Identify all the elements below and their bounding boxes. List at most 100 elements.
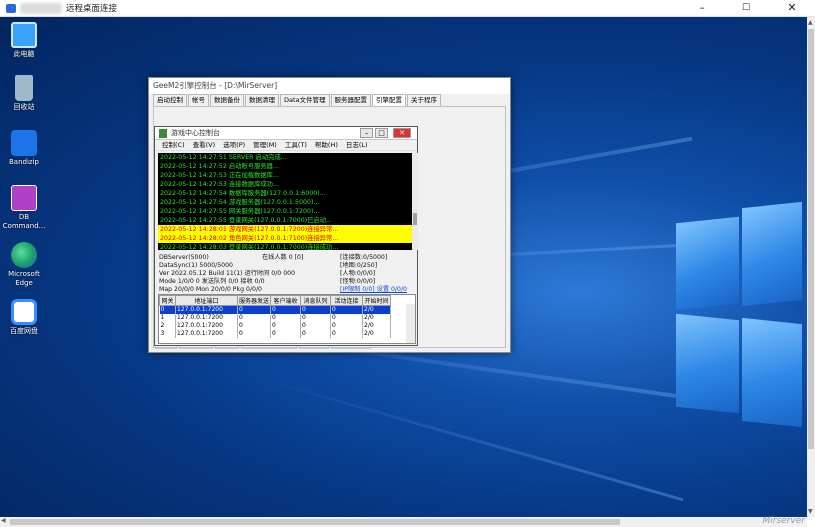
table-cell: 0	[330, 313, 364, 322]
table-cell: 127.0.0.1:7200	[175, 313, 238, 322]
table-cell: 0	[237, 305, 272, 314]
col-start-time[interactable]: 开始时间	[362, 295, 392, 306]
scroll-down-icon[interactable]: ▼	[808, 508, 813, 515]
logo-pane	[676, 313, 739, 414]
table-cell: 0	[300, 321, 332, 330]
game-center-console[interactable]: 游戏中心控制台 – □ ✕ 控制(C) 查看(V) 选项(P) 管理(M) 工具…	[154, 126, 418, 346]
table-cell: 2/0	[362, 329, 392, 338]
light-ray	[259, 377, 684, 502]
tab-engine-config[interactable]: 引擎配置	[372, 94, 407, 106]
info-ip-limit-link[interactable]: [IP限制 0/0] 设置 0/0/0	[340, 285, 407, 294]
table-cell: 0	[330, 321, 364, 330]
table-cell: 0	[270, 305, 302, 314]
menu-options[interactable]: 选项(P)	[219, 140, 249, 150]
table-cell: 127.0.0.1:7200	[175, 329, 238, 338]
child-maximize-button[interactable]: □	[375, 128, 388, 138]
child-close-button[interactable]: ✕	[393, 128, 411, 138]
table-cell: 0	[330, 329, 364, 338]
menu-manage[interactable]: 管理(M)	[249, 140, 281, 150]
menu-help[interactable]: 帮助(H)	[311, 140, 342, 150]
log-line: 2022-05-12 14:27:55 登录网关(127.0.0.1:7000)…	[160, 217, 333, 224]
app-tabs: 启动控制 帐号 数据备份 数据清理 Data文件管理 服务器配置 引擎配置 关于…	[153, 94, 442, 106]
table-cell: 0	[300, 313, 332, 322]
child-titlebar: 游戏中心控制台 – □ ✕	[155, 127, 417, 140]
info-online: 在线人数 0 [0]	[262, 254, 304, 261]
close-button[interactable]: ✕	[770, 0, 814, 17]
app-icon	[159, 129, 167, 138]
table-row[interactable]: 3 127.0.0.1:7200 0 0 0 0 2/0	[159, 329, 392, 338]
log-line: 2022-05-12 14:28:03 登录网关(127.0.0.1:7000)…	[160, 244, 339, 250]
table-row[interactable]: 1 127.0.0.1:7200 0 0 0 0 2/0	[159, 313, 392, 322]
col-queue[interactable]: 消息队列	[300, 295, 332, 306]
vertical-scrollbar[interactable]: ▲ ▼	[807, 17, 815, 517]
scroll-thumb[interactable]	[808, 29, 814, 449]
table-cell: 0	[270, 313, 302, 322]
table-cell: 0	[300, 329, 332, 338]
menu-tools[interactable]: 工具(T)	[281, 140, 311, 150]
table-row[interactable]: 0 127.0.0.1:7200 0 0 0 0 2/0	[159, 305, 392, 314]
recycle-bin-icon	[15, 75, 33, 101]
col-sent[interactable]: 服务器发送	[236, 295, 272, 306]
redacted-host	[20, 3, 62, 14]
menu-log[interactable]: 日志(L)	[342, 140, 372, 150]
table-cell: 2/0	[362, 305, 392, 314]
computer-icon	[11, 22, 37, 48]
tab-cleanup[interactable]: 数据清理	[245, 94, 279, 106]
col-received[interactable]: 客户端收	[270, 295, 302, 306]
window-titlebar: 远程桌面连接 – ☐ ✕	[0, 0, 815, 17]
info-map-stats: Map 20/0/0 Mon 20/0/0 Pkg 0/0/0	[159, 286, 262, 293]
desktop-icon-bandizip[interactable]: Bandizip	[0, 130, 48, 167]
log-line: 2022-05-12 14:27:55 网关服务器(127.0.0.1:7200…	[160, 208, 320, 215]
table-header: 网关 地址端口 服务器发送 客户端收 消息队列 活动连接 开始时间	[159, 295, 392, 306]
log-line: 2022-05-12 14:28:02 角色网关(127.0.0.1:7100)…	[158, 234, 412, 243]
minimize-button[interactable]: –	[680, 0, 724, 17]
table-cell: 0	[159, 305, 176, 314]
log-line: 2022-05-12 14:27:53 正在加载数据库...	[160, 172, 279, 179]
child-minimize-button[interactable]: –	[360, 128, 373, 138]
log-line: 2022-05-12 14:27:53 连接数据库成功...	[160, 181, 279, 188]
table-row[interactable]: 2 127.0.0.1:7200 0 0 0 0 2/0	[159, 321, 392, 330]
log-line: 2022-05-12 14:27:54 游戏服务器(127.0.0.1:5000…	[160, 199, 320, 206]
col-active[interactable]: 活动连接	[330, 295, 364, 306]
menu-view[interactable]: 查看(V)	[189, 140, 220, 150]
maximize-button[interactable]: ☐	[724, 0, 768, 17]
table-cell: 127.0.0.1:7200	[175, 321, 238, 330]
logo-pane	[742, 201, 802, 307]
table-cell: 0	[300, 305, 332, 314]
col-gateway[interactable]: 网关	[159, 295, 176, 306]
edge-icon	[11, 242, 37, 268]
desktop-icon-db-commander[interactable]: DB Command...	[0, 185, 48, 231]
table-cell: 2	[159, 321, 176, 330]
child-menubar: 控制(C) 查看(V) 选项(P) 管理(M) 工具(T) 帮助(H) 日志(L…	[155, 140, 417, 151]
console-scrollbar[interactable]	[412, 153, 418, 250]
desktop-icon-baidu-netdisk[interactable]: 百度网盘	[0, 299, 48, 336]
menu-control[interactable]: 控制(C)	[158, 140, 189, 150]
gateway-table: 网关 地址端口 服务器发送 客户端收 消息队列 活动连接 开始时间 0 127.0…	[158, 294, 416, 344]
tab-server-config[interactable]: 服务器配置	[330, 94, 372, 106]
tab-account[interactable]: 帐号	[188, 94, 209, 106]
table-cell: 2/0	[362, 313, 392, 322]
table-cell: 0	[330, 305, 364, 314]
scroll-left-icon[interactable]: ◀	[1, 517, 6, 524]
bandizip-icon	[11, 130, 37, 156]
table-scrollbar[interactable]	[406, 304, 415, 343]
tab-about[interactable]: 关于程序	[407, 94, 442, 106]
scroll-up-icon[interactable]: ▲	[808, 19, 813, 26]
col-address[interactable]: 地址端口	[175, 295, 238, 306]
table-cell: 0	[237, 313, 272, 322]
table-cell: 1	[159, 313, 176, 322]
table-cell: 0	[270, 321, 302, 330]
baidu-netdisk-icon	[11, 299, 37, 325]
desktop-icon-recycle-bin[interactable]: 回收站	[0, 75, 48, 112]
desktop-icon-edge[interactable]: Microsoft Edge	[0, 242, 48, 288]
tab-backup[interactable]: 数据备份	[210, 94, 244, 106]
tab-data-files[interactable]: Data文件管理	[280, 94, 330, 106]
scroll-thumb[interactable]	[10, 519, 620, 525]
table-cell: 0	[237, 321, 272, 330]
desktop-icon-this-pc[interactable]: 此电脑	[0, 22, 48, 59]
server-info-panel: DBServer(5000) 在线人数 0 [0] [连接数:0/5000] D…	[158, 253, 416, 293]
tab-startup[interactable]: 启动控制	[153, 94, 187, 106]
watermark: Mirserver	[762, 516, 805, 526]
logo-pane	[742, 317, 802, 428]
horizontal-scrollbar[interactable]: ◀	[0, 517, 807, 527]
